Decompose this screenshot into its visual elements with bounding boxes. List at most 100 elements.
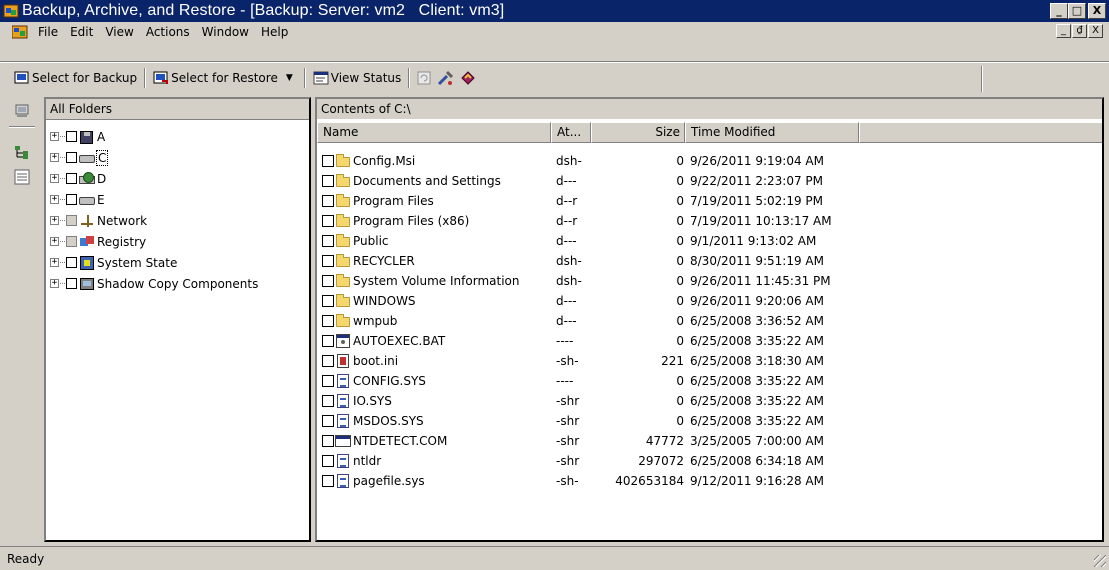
checkbox[interactable] (322, 455, 334, 467)
table-row[interactable]: MSDOS.SYS -shr 0 6/25/2008 3:35:22 AM (322, 411, 940, 431)
app-icon (3, 3, 19, 19)
table-row[interactable]: CONFIG.SYS ---- 0 6/25/2008 3:35:22 AM (322, 371, 940, 391)
table-row[interactable]: boot.ini -sh- 221 6/25/2008 3:18:30 AM (322, 351, 940, 371)
menu-view[interactable]: View (99, 25, 139, 39)
list-view-icon[interactable] (14, 169, 30, 185)
child-close-button[interactable]: X (1088, 24, 1103, 38)
help-book-icon[interactable] (457, 67, 479, 89)
checkbox[interactable] (66, 215, 77, 226)
title-bar[interactable]: Backup, Archive, and Restore - [Backup: … (0, 0, 1109, 22)
name-cell: Public (322, 234, 556, 248)
expand-icon[interactable]: + (50, 216, 59, 225)
tree-item-e[interactable]: + E (50, 189, 258, 210)
checkbox[interactable] (66, 257, 77, 268)
checkbox[interactable] (322, 215, 334, 227)
child-minimize-button[interactable]: _ (1056, 24, 1071, 38)
select-for-restore-button[interactable]: Select for Restore ▼ (149, 66, 301, 90)
tools-icon[interactable] (435, 67, 457, 89)
table-row[interactable]: wmpub d--- 0 6/25/2008 3:36:52 AM (322, 311, 940, 331)
table-row[interactable]: Program Files (x86) d--r 0 7/19/2011 10:13:… (322, 211, 940, 231)
table-row[interactable]: System Volume Information dsh- 0 9/26/2011 … (322, 271, 940, 291)
expand-icon[interactable]: + (50, 153, 59, 162)
column-header-name[interactable]: Name (317, 122, 551, 143)
checkbox[interactable] (66, 236, 77, 247)
tree-item-a[interactable]: + A (50, 126, 258, 147)
attributes-cell: d--- (556, 294, 577, 308)
maximize-button[interactable]: □ (1068, 3, 1086, 19)
tree-item-system-state[interactable]: + System State (50, 252, 258, 273)
menu-actions[interactable]: Actions (140, 25, 196, 39)
select-for-backup-button[interactable]: Select for Backup (10, 66, 141, 90)
column-header-time-modified[interactable]: Time Modified (685, 122, 859, 143)
table-row[interactable]: RECYCLER dsh- 0 8/30/2011 9:51:19 AM (322, 251, 940, 271)
tree-item-network[interactable]: + Network (50, 210, 258, 231)
attributes-cell: d--- (556, 314, 577, 328)
expand-icon[interactable]: + (50, 195, 59, 204)
checkbox[interactable] (322, 195, 334, 207)
child-restore-button[interactable]: ₫ (1072, 24, 1087, 38)
folder-icon (335, 194, 351, 208)
expand-icon[interactable]: + (50, 132, 59, 141)
computer-view-icon[interactable] (14, 103, 30, 119)
checkbox[interactable] (322, 295, 334, 307)
checkbox[interactable] (66, 194, 77, 205)
checkbox[interactable] (322, 435, 334, 447)
table-row[interactable]: Program Files d--r 0 7/19/2011 5:02:19 PM (322, 191, 940, 211)
resize-grip-icon[interactable] (1094, 555, 1106, 567)
leftbar-divider (9, 126, 35, 128)
column-header-size[interactable]: Size (591, 122, 685, 143)
checkbox[interactable] (322, 375, 334, 387)
chevron-down-icon[interactable]: ▼ (286, 73, 293, 83)
table-row[interactable]: Public d--- 0 9/1/2011 9:13:02 AM (322, 231, 940, 251)
checkbox[interactable] (322, 475, 334, 487)
checkbox[interactable] (322, 155, 334, 167)
tree-item-shadow-copy[interactable]: + Shadow Copy Components (50, 273, 258, 294)
table-row[interactable]: AUTOEXEC.BAT ---- 0 6/25/2008 3:35:22 AM (322, 331, 940, 351)
attributes-cell: dsh- (556, 274, 582, 288)
tree-item-registry[interactable]: + Registry (50, 231, 258, 252)
document-window-icon[interactable] (11, 25, 28, 39)
checkbox[interactable] (322, 255, 334, 267)
checkbox[interactable] (322, 415, 334, 427)
checkbox[interactable] (322, 355, 334, 367)
checkbox[interactable] (322, 335, 334, 347)
table-row[interactable]: Documents and Settings d--- 0 9/22/2011 2:2… (322, 171, 940, 191)
view-status-button[interactable]: View Status (309, 66, 406, 90)
checkbox[interactable] (322, 395, 334, 407)
checkbox[interactable] (66, 152, 77, 163)
menu-help[interactable]: Help (255, 25, 294, 39)
toolbar-end-separator (981, 66, 983, 92)
size-cell: 0 (676, 314, 684, 328)
tree-item-d[interactable]: + D (50, 168, 258, 189)
expand-icon[interactable]: + (50, 174, 59, 183)
menu-file[interactable]: File (32, 25, 64, 39)
table-row[interactable]: IO.SYS -shr 0 6/25/2008 3:35:22 AM (322, 391, 940, 411)
file-name: pagefile.sys (353, 474, 425, 488)
folder-icon (335, 274, 351, 288)
refresh-icon[interactable] (413, 67, 435, 89)
name-cell: System Volume Information (322, 274, 556, 288)
table-row[interactable]: NTDETECT.COM -shr 47772 3/25/2005 7:00:00 A… (322, 431, 940, 451)
expand-icon[interactable]: + (50, 258, 59, 267)
menu-window[interactable]: Window (196, 25, 255, 39)
table-row[interactable]: Config.Msi dsh- 0 9/26/2011 9:19:04 AM (322, 151, 940, 171)
table-row[interactable]: pagefile.sys -sh- 402653184 9/12/2011 9:16:… (322, 471, 940, 491)
checkbox[interactable] (66, 173, 77, 184)
tree-view-icon[interactable] (14, 145, 30, 161)
time-modified-cell: 6/25/2008 3:35:22 AM (690, 414, 824, 428)
close-button[interactable]: X (1088, 3, 1106, 19)
table-row[interactable]: ntldr -shr 297072 6/25/2008 6:34:18 AM (322, 451, 940, 471)
checkbox[interactable] (322, 175, 334, 187)
checkbox[interactable] (322, 315, 334, 327)
expand-icon[interactable]: + (50, 279, 59, 288)
checkbox[interactable] (322, 235, 334, 247)
minimize-button[interactable]: _ (1050, 3, 1068, 19)
checkbox[interactable] (66, 278, 77, 289)
checkbox[interactable] (322, 275, 334, 287)
expand-icon[interactable]: + (50, 237, 59, 246)
tree-item-c[interactable]: + C (50, 147, 258, 168)
table-row[interactable]: WINDOWS d--- 0 9/26/2011 9:20:06 AM (322, 291, 940, 311)
menu-edit[interactable]: Edit (64, 25, 99, 39)
checkbox[interactable] (66, 131, 77, 142)
column-header-attributes[interactable]: At... (551, 122, 591, 143)
